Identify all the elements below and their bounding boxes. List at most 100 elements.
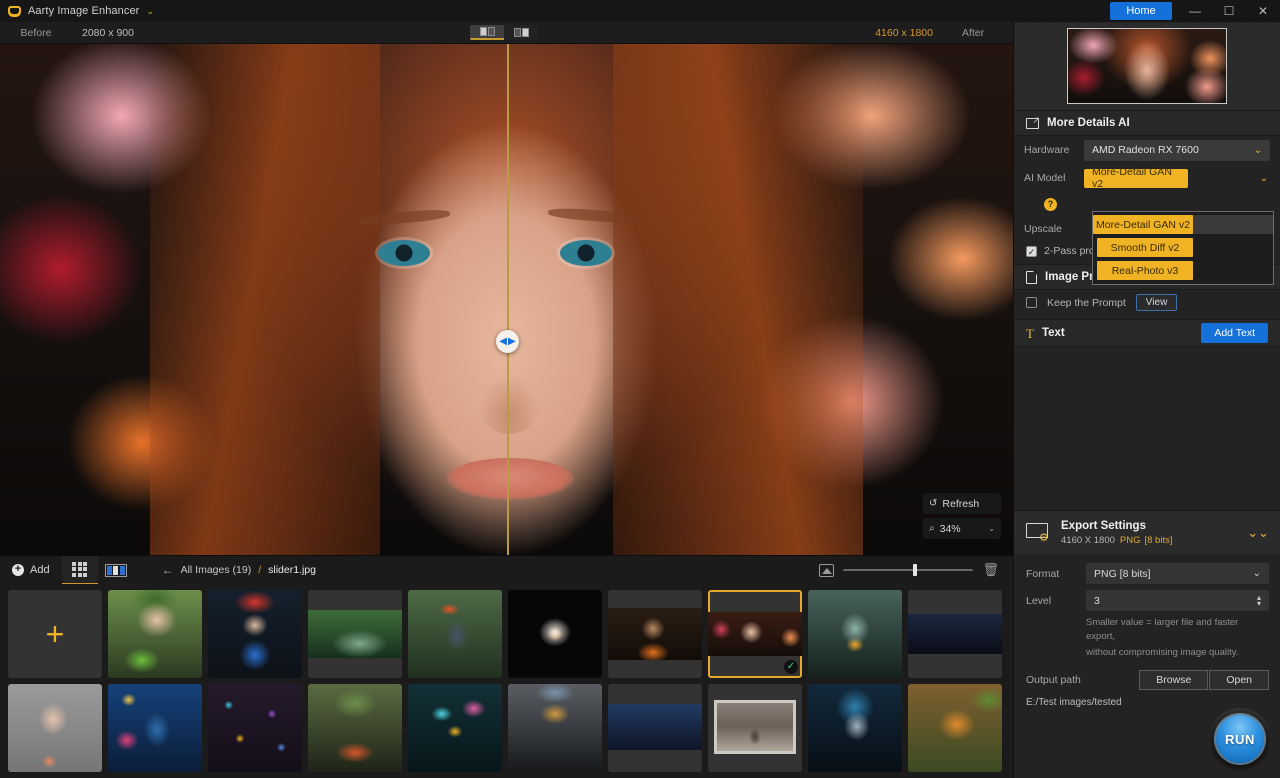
thumb-image bbox=[708, 612, 802, 656]
dropdown-option-smooth-diff-v2[interactable]: Smooth Diff v2 bbox=[1093, 238, 1273, 257]
thumbnail-row-1: + bbox=[8, 590, 1013, 678]
window-controls: Home — ☐ ✕ bbox=[1110, 0, 1280, 22]
before-after-slider-handle[interactable]: ◀ ▶ bbox=[496, 330, 519, 353]
ai-model-row: AI Model More-Detail GAN v2 ⌄ bbox=[1014, 164, 1280, 192]
side-by-side-icon bbox=[514, 28, 529, 37]
thumbnail-game-icons-grid[interactable] bbox=[208, 684, 302, 772]
grid-icon bbox=[72, 562, 87, 577]
slider-knob[interactable] bbox=[913, 564, 917, 576]
two-pass-checkbox[interactable]: ✓ bbox=[1026, 246, 1037, 257]
browse-button[interactable]: Browse bbox=[1139, 670, 1208, 690]
thumbnail-beach-portrait-frame[interactable] bbox=[708, 684, 802, 772]
thumb-image bbox=[308, 684, 402, 772]
back-arrow-icon[interactable]: ← bbox=[162, 563, 174, 577]
hardware-select[interactable]: AMD Radeon RX 7600 ⌄ bbox=[1084, 140, 1270, 161]
thumbnail-glowing-mushrooms[interactable] bbox=[408, 684, 502, 772]
level-note-line2: without compromising image quality. bbox=[1014, 644, 1280, 660]
title-dropdown-caret-icon[interactable]: ⌄ bbox=[146, 7, 154, 16]
filmstrip-view-button[interactable] bbox=[98, 556, 134, 585]
ai-model-dropdown-menu[interactable]: More-Detail GAN v2 Smooth Diff v2 Real-P… bbox=[1092, 211, 1274, 285]
text-tool-icon: T bbox=[1026, 327, 1034, 340]
photo-eye-right bbox=[560, 240, 612, 266]
open-button[interactable]: Open bbox=[1209, 670, 1269, 690]
view-mode-toggle-group[interactable] bbox=[470, 25, 538, 40]
split-view-toggle[interactable] bbox=[470, 25, 504, 40]
breadcrumb-separator: / bbox=[258, 564, 261, 576]
thumbnail-terrarium-jar[interactable] bbox=[808, 590, 902, 678]
dropdown-option-more-detail-gan-v2[interactable]: More-Detail GAN v2 bbox=[1093, 215, 1273, 234]
thumbnail-tiger-closeup[interactable] bbox=[908, 684, 1002, 772]
before-dimensions: 2080 x 900 bbox=[72, 27, 134, 39]
thumbnail-mountain-night[interactable] bbox=[908, 590, 1002, 678]
stepper-down-icon[interactable]: ▾ bbox=[1257, 601, 1261, 607]
thumbnail-size-icon bbox=[819, 564, 834, 577]
thumbnail-steampunk-vehicle[interactable] bbox=[508, 684, 602, 772]
add-image-tile[interactable]: + bbox=[8, 590, 102, 678]
export-settings-panel: ⚙ Export Settings 4160 X 1800PNG[8 bits]… bbox=[1014, 510, 1280, 778]
add-text-button[interactable]: Add Text bbox=[1201, 323, 1268, 343]
ai-model-value: More-Detail GAN v2 bbox=[1084, 169, 1188, 188]
hardware-label: Hardware bbox=[1024, 144, 1076, 156]
thumbnail-slider1-redhead[interactable]: ✓ bbox=[708, 590, 802, 678]
thumbnail-girl-with-frog[interactable] bbox=[108, 590, 202, 678]
home-button[interactable]: Home bbox=[1110, 2, 1172, 20]
breadcrumb-all-images[interactable]: All Images (19) bbox=[181, 564, 252, 576]
export-settings-header[interactable]: ⚙ Export Settings 4160 X 1800PNG[8 bits]… bbox=[1014, 510, 1280, 554]
export-header-text: Export Settings 4160 X 1800PNG[8 bits] bbox=[1061, 520, 1172, 546]
thumbnail-blonde-woman-rose[interactable] bbox=[8, 684, 102, 772]
thumbnail-white-flower[interactable] bbox=[508, 590, 602, 678]
level-row: Level 3 ▴▾ bbox=[1014, 587, 1280, 614]
filmstrip-toolbar: + Add ← All Images (19) / slider1.jpg 🗑 bbox=[0, 555, 1013, 584]
filmstrip-icon bbox=[105, 564, 127, 577]
collapse-chevron-icon[interactable]: ⌄⌄ bbox=[1247, 525, 1269, 541]
image-viewer[interactable]: ◀ ▶ ↺ Refresh ⌕ 34% ⌄ bbox=[0, 44, 1013, 555]
view-prompt-button[interactable]: View bbox=[1136, 294, 1178, 311]
text-section-title: Text bbox=[1042, 327, 1065, 339]
run-button[interactable]: RUN bbox=[1216, 715, 1264, 763]
level-stepper[interactable]: ▴▾ bbox=[1257, 595, 1261, 607]
preview-thumbnail-box[interactable] bbox=[1014, 22, 1280, 110]
zoom-control[interactable]: ⌕ 34% ⌄ bbox=[923, 518, 1001, 539]
ai-model-select[interactable]: More-Detail GAN v2 ⌄ bbox=[1084, 168, 1270, 189]
photo-hair-right bbox=[613, 44, 863, 555]
thumb-image bbox=[408, 590, 502, 678]
dropdown-option-real-photo-v3[interactable]: Real-Photo v3 bbox=[1093, 261, 1273, 280]
chevron-down-icon[interactable]: ⌄ bbox=[1260, 173, 1270, 184]
thumb-image bbox=[508, 590, 602, 678]
thumbnail-toucan-bird[interactable] bbox=[408, 590, 502, 678]
thumbnail-greenhouse-interior[interactable] bbox=[308, 684, 402, 772]
side-by-side-toggle[interactable] bbox=[504, 25, 538, 40]
delete-icon[interactable]: 🗑 bbox=[982, 562, 999, 578]
thumbnail-strip[interactable]: + bbox=[0, 584, 1013, 778]
after-label: After bbox=[933, 27, 1013, 39]
thumbnail-tribal-woman[interactable] bbox=[208, 590, 302, 678]
thumbnail-blue-potion[interactable] bbox=[108, 684, 202, 772]
grid-view-button[interactable] bbox=[62, 556, 98, 585]
help-icon[interactable]: ? bbox=[1044, 198, 1057, 211]
slider-track bbox=[843, 569, 973, 571]
thumbnail-elder-man-orange[interactable] bbox=[608, 590, 702, 678]
selected-check-icon: ✓ bbox=[784, 660, 798, 674]
level-note-line1: Smaller value = larger file and faster e… bbox=[1014, 614, 1280, 644]
thumb-image bbox=[108, 590, 202, 678]
hardware-value: AMD Radeon RX 7600 bbox=[1092, 144, 1199, 156]
level-input[interactable]: 3 ▴▾ bbox=[1086, 590, 1269, 611]
app-title: Aarty Image Enhancer bbox=[28, 5, 139, 17]
thumbnail-astronaut-debris[interactable] bbox=[808, 684, 902, 772]
close-icon[interactable]: ✕ bbox=[1246, 0, 1280, 22]
export-summary-format: PNG bbox=[1120, 535, 1141, 546]
thumbnail-size-slider[interactable] bbox=[843, 563, 973, 577]
refresh-button[interactable]: ↺ Refresh bbox=[923, 493, 1001, 514]
thumb-image bbox=[908, 614, 1002, 654]
plus-icon: + bbox=[46, 616, 65, 653]
thumbnail-blue-mountains[interactable] bbox=[608, 684, 702, 772]
format-label: Format bbox=[1026, 568, 1078, 580]
minimize-icon[interactable]: — bbox=[1178, 0, 1212, 22]
thumbnail-jungle-river[interactable] bbox=[308, 590, 402, 678]
format-select[interactable]: PNG [8 bits] ⌄ bbox=[1086, 563, 1269, 584]
zoom-icon: ⌕ bbox=[929, 523, 935, 534]
maximize-icon[interactable]: ☐ bbox=[1212, 0, 1246, 22]
chevron-down-icon[interactable]: ⌄ bbox=[988, 524, 995, 533]
keep-prompt-checkbox[interactable]: ✓ bbox=[1026, 297, 1037, 308]
add-images-button[interactable]: + Add bbox=[0, 556, 62, 585]
